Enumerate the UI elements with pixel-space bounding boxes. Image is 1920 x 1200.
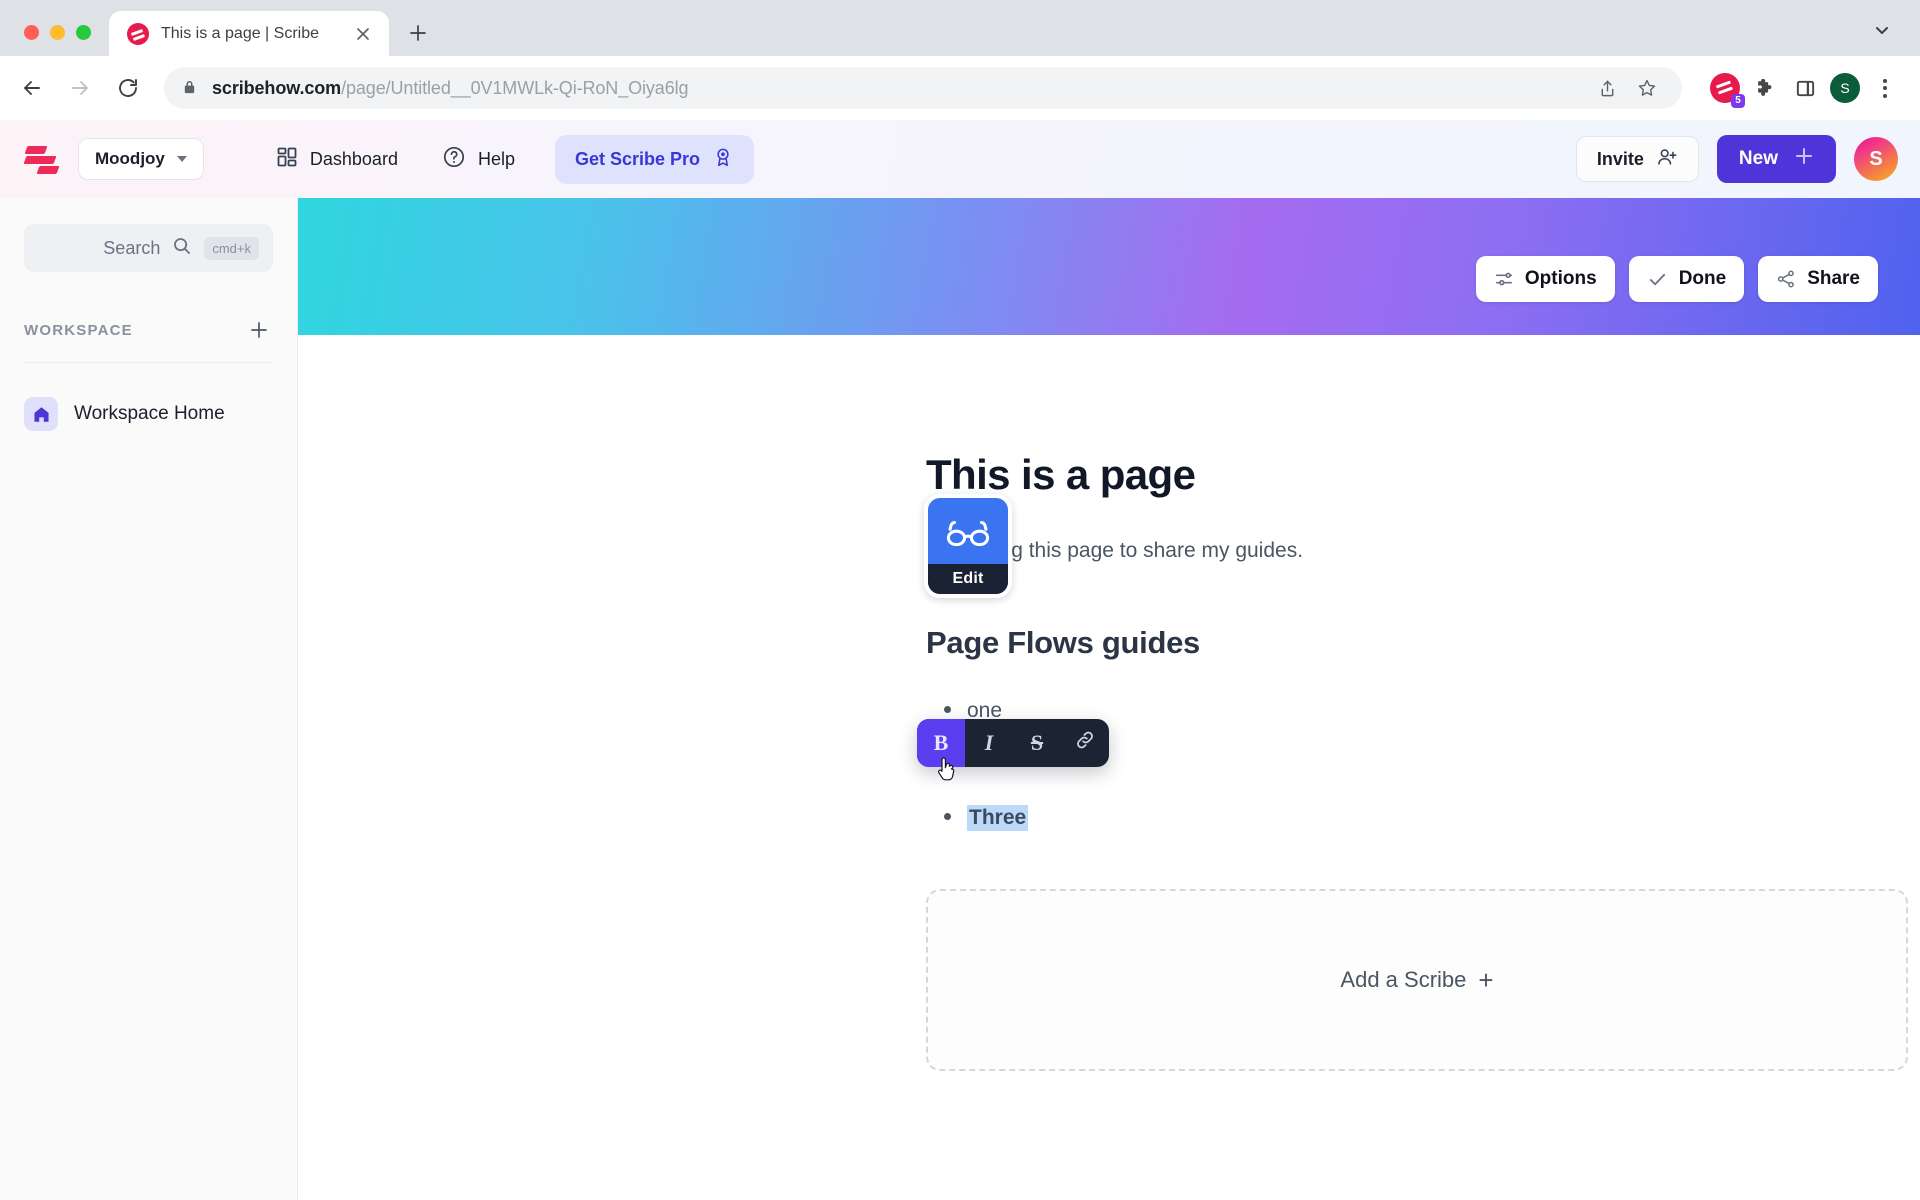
bullet-list: one Three B I S: [917, 699, 1920, 835]
scribe-app: Moodjoy Dashboard Help Get Scribe Pro In…: [0, 120, 1920, 1200]
home-icon: [24, 397, 58, 431]
browser-tab[interactable]: This is a page | Scribe: [109, 11, 389, 56]
page-title[interactable]: This is a page: [926, 451, 1920, 499]
done-label: Done: [1678, 268, 1727, 289]
search-shortcut-badge: cmd+k: [204, 236, 259, 260]
browser-profile-avatar[interactable]: S: [1830, 73, 1860, 103]
new-label: New: [1738, 148, 1778, 169]
user-plus-icon: [1656, 146, 1678, 173]
extension-badge-count: 5: [1731, 94, 1745, 108]
sidebar: Search cmd+k WORKSPACE Workspace Home: [0, 198, 298, 1200]
chevron-down-icon[interactable]: [1868, 16, 1896, 44]
minimize-window-button[interactable]: [50, 25, 65, 40]
scribe-extension-icon[interactable]: 5: [1710, 73, 1745, 108]
workspace-section-label: WORKSPACE: [24, 321, 133, 339]
invite-button[interactable]: Invite: [1575, 136, 1699, 182]
list-item-text-selected: Three: [967, 805, 1029, 831]
plus-icon: +: [1478, 964, 1494, 995]
close-window-button[interactable]: [24, 25, 39, 40]
link-button[interactable]: [1061, 719, 1109, 767]
workspace-switcher[interactable]: Moodjoy: [78, 138, 204, 180]
plus-icon: [1794, 146, 1814, 172]
window-traffic-lights: [0, 25, 109, 56]
options-button[interactable]: Options: [1475, 256, 1615, 302]
bullet-point: [944, 706, 951, 713]
chevron-down-icon: [176, 156, 187, 162]
bullet-point: [944, 813, 951, 820]
page-icon-wrapper[interactable]: Edit: [924, 494, 1012, 598]
nav-help-label: Help: [477, 148, 515, 169]
browser-tab-strip: This is a page | Scribe: [0, 0, 1920, 56]
app-header: Moodjoy Dashboard Help Get Scribe Pro In…: [0, 120, 1920, 198]
page-toolbar: Options Done Share: [1475, 256, 1878, 302]
reload-icon[interactable]: [106, 66, 150, 110]
sidebar-item-label: Workspace Home: [74, 403, 225, 424]
add-scribe-label-wrap: Add a Scribe +: [1340, 965, 1493, 996]
arrow-left-icon[interactable]: [10, 66, 54, 110]
url-host: scribehow.com: [212, 77, 342, 98]
address-bar[interactable]: scribehow.com/page/Untitled__0V1MWLk-Qi-…: [164, 67, 1682, 109]
url-text: scribehow.com/page/Untitled__0V1MWLk-Qi-…: [212, 77, 689, 99]
scribe-favicon-icon: [127, 22, 149, 45]
maximize-window-button[interactable]: [76, 25, 91, 40]
user-avatar[interactable]: S: [1854, 137, 1898, 181]
glasses-icon: [943, 518, 993, 557]
mouse-cursor-pointer: [936, 757, 958, 783]
workspace-section-header: WORKSPACE: [24, 316, 273, 363]
workspace-name: Moodjoy: [95, 149, 165, 168]
share-label: Share: [1807, 268, 1860, 289]
search-icon: [172, 236, 192, 261]
done-button[interactable]: Done: [1628, 256, 1745, 302]
strikethrough-button[interactable]: S: [1013, 719, 1061, 767]
italic-button[interactable]: I: [965, 719, 1013, 767]
add-scribe-dropzone[interactable]: Add a Scribe +: [926, 889, 1908, 1071]
scribe-logo-icon[interactable]: [22, 142, 64, 176]
get-scribe-pro-label: Get Scribe Pro: [574, 148, 701, 169]
kebab-menu-icon[interactable]: [1870, 73, 1900, 103]
search-label: Search: [103, 237, 161, 258]
plus-icon[interactable]: [245, 316, 273, 344]
nav-help[interactable]: Help: [424, 135, 533, 184]
lock-icon: [182, 80, 198, 96]
question-circle-icon: [442, 145, 466, 174]
sidebar-item-workspace-home[interactable]: Workspace Home: [0, 381, 297, 447]
nav-dashboard-label: Dashboard: [309, 148, 398, 169]
browser-toolbar: scribehow.com/page/Untitled__0V1MWLk-Qi-…: [0, 56, 1920, 120]
page-icon-edit-badge[interactable]: Edit: [928, 564, 1008, 594]
tab-title: This is a page | Scribe: [161, 24, 320, 42]
puzzle-piece-icon[interactable]: [1750, 73, 1780, 103]
page-cover-banner: Options Done Share: [298, 198, 1920, 335]
page-main: Options Done Share Edit This is a page I…: [298, 198, 1920, 1200]
link-icon: [1074, 729, 1096, 757]
new-button[interactable]: New: [1716, 135, 1836, 183]
share-button[interactable]: Share: [1758, 256, 1878, 302]
section-heading[interactable]: Page Flows guides: [926, 625, 1920, 661]
list-item[interactable]: Three: [944, 805, 1920, 835]
side-panel-icon[interactable]: [1790, 73, 1820, 103]
page-icon[interactable]: Edit: [924, 494, 1012, 598]
get-scribe-pro-button[interactable]: Get Scribe Pro: [554, 134, 755, 184]
search-input[interactable]: Search cmd+k: [24, 224, 273, 272]
invite-label: Invite: [1596, 148, 1644, 169]
dashboard-grid-icon: [276, 146, 298, 173]
award-ribbon-icon: [712, 146, 734, 173]
arrow-right-icon[interactable]: [58, 66, 102, 110]
browser-window: This is a page | Scribe scribehow.com/pa: [0, 0, 1920, 1200]
star-icon[interactable]: [1630, 71, 1664, 105]
options-label: Options: [1524, 268, 1597, 289]
share-upload-icon[interactable]: [1590, 71, 1624, 105]
page-subtitle[interactable]: I am using this page to share my guides.: [926, 539, 1920, 563]
nav-dashboard[interactable]: Dashboard: [258, 136, 416, 183]
close-icon[interactable]: [351, 22, 375, 46]
url-path: /page/Untitled__0V1MWLk-Qi-RoN_Oiya6lg: [341, 77, 689, 98]
browser-extensions: 5 S: [1696, 73, 1900, 108]
header-nav: Dashboard Help Get Scribe Pro: [258, 134, 755, 184]
add-scribe-label: Add a Scribe: [1340, 967, 1467, 992]
new-tab-button[interactable]: [401, 16, 435, 50]
page-content: This is a page I am using this page to s…: [298, 335, 1920, 835]
header-actions: Invite New S: [1575, 135, 1898, 183]
app-body: Search cmd+k WORKSPACE Workspace Home Op…: [0, 198, 1920, 1200]
